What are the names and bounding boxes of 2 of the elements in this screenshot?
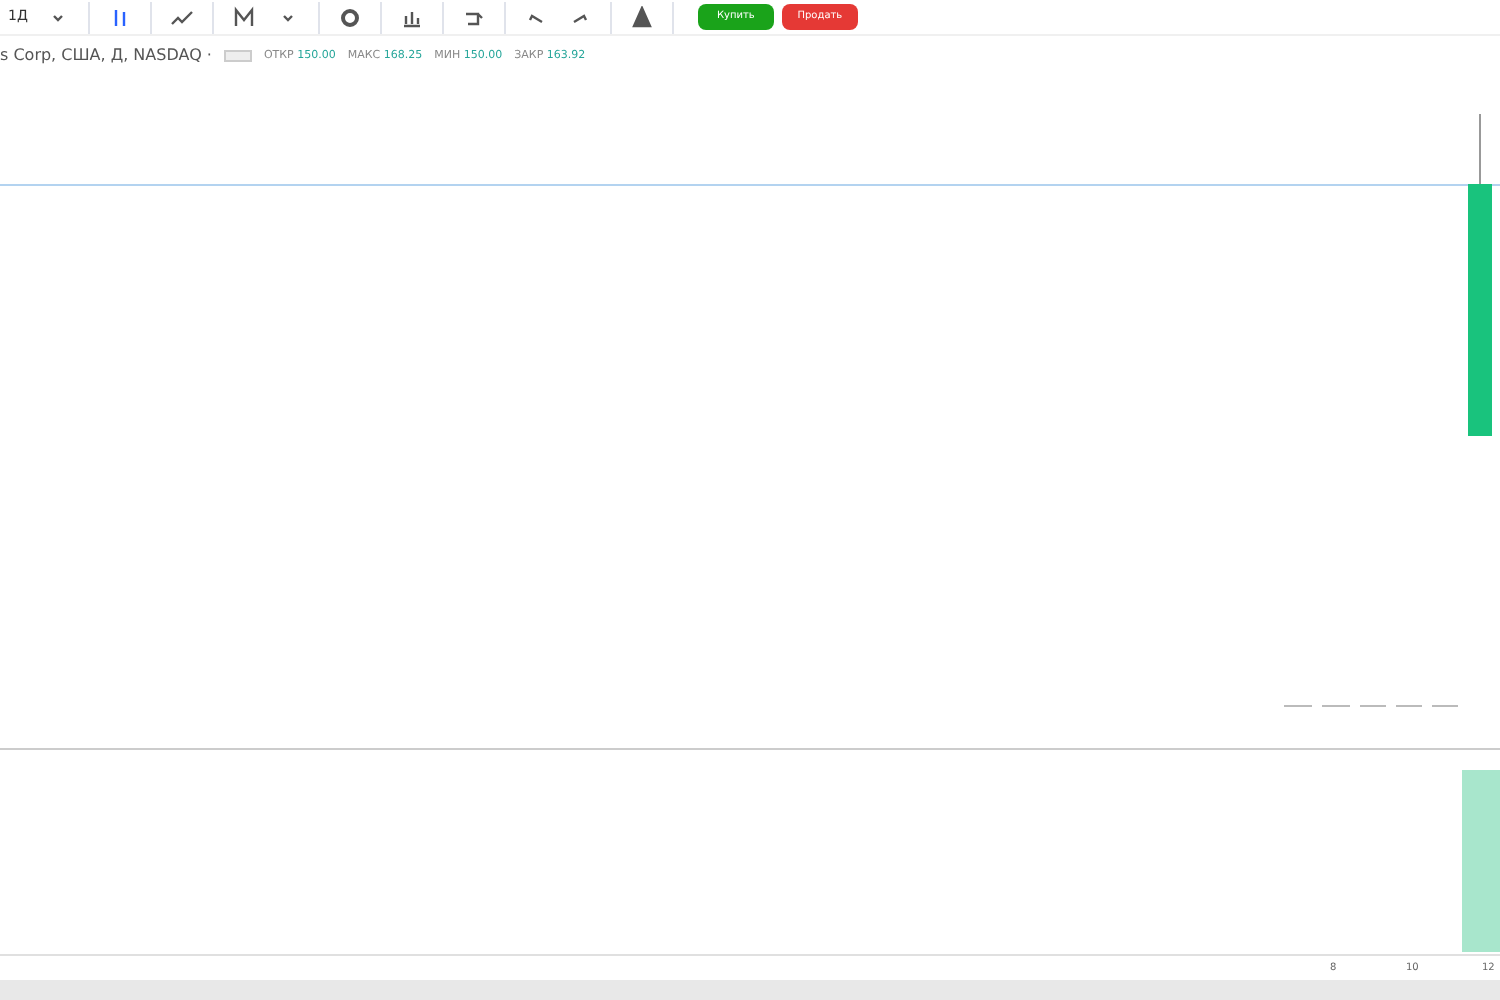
symbol-title: s Corp, США, Д, NASDAQ · <box>0 44 212 68</box>
flag-icon <box>223 50 252 62</box>
